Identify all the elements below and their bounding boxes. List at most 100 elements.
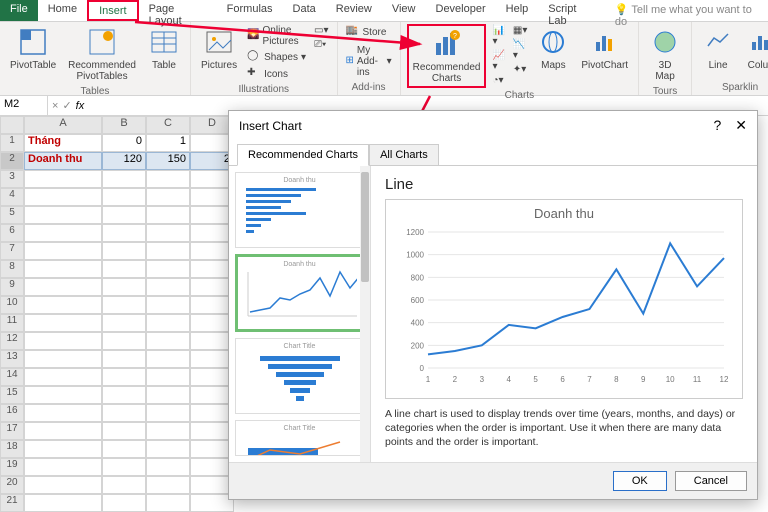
cell[interactable]	[146, 494, 190, 512]
cell[interactable]	[102, 332, 146, 350]
row-header[interactable]: 7	[0, 242, 24, 260]
chart-surface-button[interactable]: 📉▾	[511, 38, 529, 62]
cell[interactable]	[146, 404, 190, 422]
row-header[interactable]: 15	[0, 386, 24, 404]
recommended-charts-button[interactable]: ? Recommended Charts	[407, 24, 487, 88]
tab-script-lab[interactable]: Script Lab	[538, 0, 605, 21]
cell[interactable]	[24, 242, 102, 260]
tab-developer[interactable]: Developer	[426, 0, 496, 21]
cell[interactable]	[102, 314, 146, 332]
cell[interactable]	[24, 206, 102, 224]
chart-radar-button[interactable]: ✦▾	[511, 63, 529, 76]
dialog-help-button[interactable]: ?	[713, 117, 721, 134]
cell[interactable]	[102, 260, 146, 278]
cell[interactable]	[24, 278, 102, 296]
tell-me-search[interactable]: 💡 Tell me what you want to do	[605, 0, 768, 21]
pivot-table-button[interactable]: PivotTable	[6, 24, 60, 73]
cell[interactable]	[102, 170, 146, 188]
thumb-combo-chart[interactable]: Chart Title	[235, 420, 364, 456]
cell[interactable]	[102, 422, 146, 440]
cell[interactable]	[24, 332, 102, 350]
preview-chart[interactable]: Doanh thu 020040060080010001200123456789…	[385, 199, 743, 399]
cell[interactable]	[24, 386, 102, 404]
sparkline-line-button[interactable]: Line	[698, 24, 738, 73]
cell[interactable]	[146, 260, 190, 278]
cell[interactable]	[102, 476, 146, 494]
cell[interactable]	[24, 494, 102, 512]
tab-formulas[interactable]: Formulas	[217, 0, 283, 21]
tab-review[interactable]: Review	[326, 0, 382, 21]
tab-home[interactable]: Home	[38, 0, 87, 21]
row-header[interactable]: 3	[0, 170, 24, 188]
thumb-funnel-chart[interactable]: Chart Title	[235, 338, 364, 414]
online-pictures-button[interactable]: 🌄Online Pictures	[245, 24, 308, 48]
cell[interactable]	[24, 260, 102, 278]
dialog-close-button[interactable]: ✕	[735, 117, 747, 134]
tab-help[interactable]: Help	[496, 0, 539, 21]
recommended-pivot-button[interactable]: Recommended PivotTables	[64, 24, 140, 84]
tab-view[interactable]: View	[382, 0, 426, 21]
cell[interactable]	[146, 422, 190, 440]
cell[interactable]: 1	[146, 134, 190, 152]
cell[interactable]	[102, 350, 146, 368]
row-header[interactable]: 4	[0, 188, 24, 206]
row-header[interactable]: 6	[0, 224, 24, 242]
cell[interactable]	[24, 296, 102, 314]
ok-button[interactable]: OK	[613, 471, 667, 491]
col-header-b[interactable]: B	[102, 116, 146, 134]
tab-data[interactable]: Data	[283, 0, 326, 21]
row-header[interactable]: 1	[0, 134, 24, 152]
row-header[interactable]: 8	[0, 260, 24, 278]
cell[interactable]: Tháng	[24, 134, 102, 152]
cell[interactable]	[146, 386, 190, 404]
name-box[interactable]: M2	[0, 96, 48, 115]
cell[interactable]	[146, 206, 190, 224]
3d-map-button[interactable]: 3D Map	[645, 24, 685, 84]
cell[interactable]	[102, 224, 146, 242]
thumb-bar-chart[interactable]: Doanh thu	[235, 172, 364, 248]
cell[interactable]	[102, 458, 146, 476]
cell[interactable]	[24, 476, 102, 494]
cell[interactable]	[102, 242, 146, 260]
cell[interactable]: 0	[102, 134, 146, 152]
cell[interactable]	[146, 314, 190, 332]
cell[interactable]	[102, 494, 146, 512]
cell[interactable]	[146, 188, 190, 206]
cell[interactable]	[102, 296, 146, 314]
cell[interactable]	[24, 368, 102, 386]
chart-line-button[interactable]: 📈▾	[490, 49, 506, 73]
cell[interactable]	[102, 206, 146, 224]
tab-file[interactable]: File	[0, 0, 38, 21]
icons-button[interactable]: ✚Icons	[245, 66, 308, 82]
chart-column-button[interactable]: 📊▾	[490, 24, 506, 48]
cell[interactable]	[146, 224, 190, 242]
formula-input[interactable]: ×✓fx	[48, 96, 88, 115]
thumb-line-chart[interactable]: Doanh thu	[235, 254, 364, 332]
cell[interactable]	[102, 386, 146, 404]
cell[interactable]: Doanh thu	[24, 152, 102, 170]
cell[interactable]	[146, 476, 190, 494]
cell[interactable]	[24, 224, 102, 242]
row-header[interactable]: 16	[0, 404, 24, 422]
tab-insert[interactable]: Insert	[87, 0, 139, 21]
row-header[interactable]: 9	[0, 278, 24, 296]
row-header[interactable]: 20	[0, 476, 24, 494]
row-header[interactable]: 19	[0, 458, 24, 476]
cell[interactable]	[24, 350, 102, 368]
shapes-button[interactable]: ◯Shapes ▾	[245, 49, 308, 65]
row-header[interactable]: 12	[0, 332, 24, 350]
cell[interactable]	[24, 404, 102, 422]
cell[interactable]	[24, 170, 102, 188]
cell[interactable]	[102, 440, 146, 458]
cell[interactable]	[146, 368, 190, 386]
cell[interactable]	[24, 458, 102, 476]
cell[interactable]	[146, 332, 190, 350]
cell[interactable]	[24, 314, 102, 332]
cell[interactable]	[146, 296, 190, 314]
col-header-a[interactable]: A	[24, 116, 102, 134]
maps-button[interactable]: Maps	[533, 24, 573, 73]
pictures-button[interactable]: Pictures	[197, 24, 241, 73]
row-header[interactable]: 2	[0, 152, 24, 170]
cell[interactable]	[102, 188, 146, 206]
row-header[interactable]: 10	[0, 296, 24, 314]
